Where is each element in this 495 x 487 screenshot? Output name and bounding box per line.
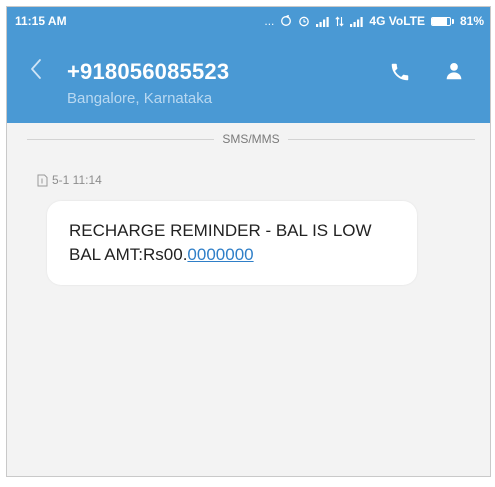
- message-meta: 5-1 11:14: [37, 173, 102, 187]
- contact-phone-number: +918056085523: [67, 59, 230, 84]
- battery-percent: 81%: [459, 14, 484, 28]
- conversation-header: +918056085523 Bangalore, Karnataka: [7, 35, 490, 123]
- status-time: 11:15 AM: [15, 14, 67, 28]
- chevron-left-icon[interactable]: [29, 57, 43, 81]
- message-bubble[interactable]: RECHARGE REMINDER - BAL IS LOW BAL AMT:R…: [47, 201, 417, 285]
- data-transfer-icon: [335, 15, 345, 27]
- battery-fill: [431, 17, 447, 25]
- battery-icon: [430, 16, 454, 26]
- divider-line-right: [287, 138, 475, 140]
- message-timestamp: 5-1 11:14: [52, 173, 102, 187]
- alarm-icon: [299, 16, 310, 27]
- person-icon[interactable]: [443, 60, 465, 82]
- phone-icon[interactable]: [389, 61, 411, 83]
- message-line-1: RECHARGE REMINDER - BAL IS LOW: [69, 221, 372, 240]
- divider-line-left: [27, 138, 215, 140]
- balance-label: BAL AMT:Rs00.: [69, 245, 188, 264]
- battery-body: [430, 16, 451, 26]
- channel-label: SMS/MMS: [222, 132, 280, 146]
- status-bar: 11:15 AM ... 4G VoLTE 81%: [7, 7, 490, 35]
- phone-screen: 11:15 AM ... 4G VoLTE 81% +918056085523 …: [6, 6, 491, 477]
- sim-card-icon: [37, 174, 48, 186]
- notification-dots: ...: [264, 14, 275, 28]
- battery-tip: [451, 18, 454, 24]
- number-link[interactable]: 0000000: [187, 245, 253, 264]
- network-type: 4G VoLTE: [369, 14, 425, 28]
- signal-icon: [316, 16, 330, 27]
- signal-icon-2: [350, 16, 364, 27]
- message-line-2: BAL AMT:Rs00.0000000: [69, 243, 397, 267]
- channel-divider: SMS/MMS: [27, 131, 475, 147]
- status-indicators: ... 4G VoLTE 81%: [264, 14, 484, 28]
- contact-location: Bangalore, Karnataka: [67, 90, 213, 107]
- sync-icon: [281, 15, 292, 26]
